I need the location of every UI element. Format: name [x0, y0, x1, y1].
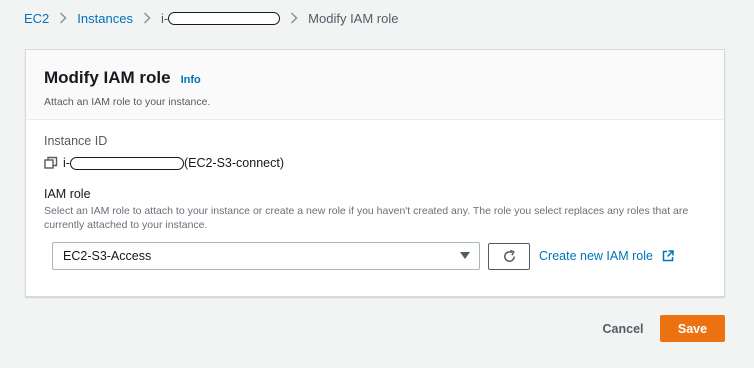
instance-id-label: Instance ID — [44, 134, 108, 148]
breadcrumb: EC2 Instances i- Modify IAM role — [24, 9, 398, 27]
instance-name: (EC2-S3-connect) — [183, 156, 284, 170]
iam-role-label: IAM role — [44, 187, 91, 201]
breadcrumb-ec2-link[interactable]: EC2 — [24, 11, 49, 26]
external-link-icon — [662, 250, 674, 262]
chevron-right-icon — [290, 12, 298, 24]
panel-body: Instance ID i- (EC2-S3-connect) IAM role… — [26, 120, 724, 270]
iam-role-controls: EC2-S3-Access Create new IAM role — [52, 242, 706, 270]
modify-iam-role-page: EC2 Instances i- Modify IAM role Modify … — [0, 0, 754, 368]
info-link[interactable]: Info — [181, 74, 201, 86]
caret-down-icon — [460, 251, 470, 262]
refresh-icon — [502, 249, 517, 264]
cancel-button[interactable]: Cancel — [592, 317, 654, 341]
breadcrumb-instances-link[interactable]: Instances — [77, 11, 133, 26]
save-button[interactable]: Save — [660, 315, 725, 342]
iam-role-select[interactable]: EC2-S3-Access — [52, 242, 480, 270]
redacted-instance-id — [168, 11, 281, 25]
refresh-button[interactable] — [488, 242, 530, 270]
page-description: Attach an IAM role to your instance. — [44, 96, 211, 108]
create-new-iam-role-label: Create new IAM role — [539, 249, 653, 263]
create-new-iam-role-link[interactable]: Create new IAM role — [539, 249, 674, 263]
redacted-instance-id — [69, 156, 184, 170]
instance-id-prefix: i- — [63, 156, 70, 170]
chevron-right-icon — [143, 12, 151, 24]
iam-role-selected-value: EC2-S3-Access — [63, 249, 152, 263]
panel-header: Modify IAM role Info Attach an IAM role … — [26, 50, 724, 120]
instance-id-prefix: i- — [160, 10, 169, 26]
page-title: Modify IAM role — [44, 68, 171, 87]
copy-icon[interactable] — [44, 156, 58, 170]
chevron-right-icon — [59, 12, 67, 24]
instance-id-value: i- (EC2-S3-connect) — [44, 156, 706, 170]
modify-iam-role-panel: Modify IAM role Info Attach an IAM role … — [25, 49, 725, 297]
breadcrumb-current: Modify IAM role — [308, 10, 399, 26]
iam-role-description: Select an IAM role to attach to your ins… — [44, 205, 689, 231]
breadcrumb-instance-link[interactable]: i- — [160, 10, 281, 26]
